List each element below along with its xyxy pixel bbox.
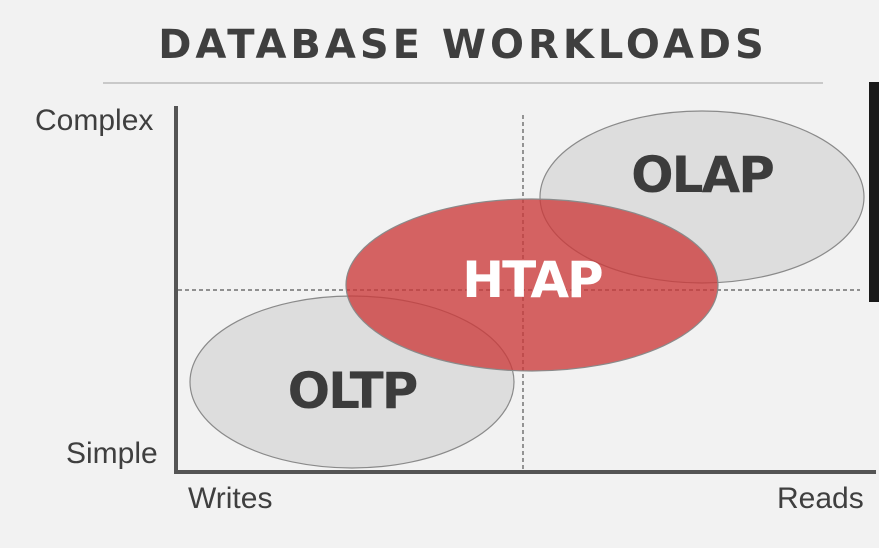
olap-label: OLAP	[631, 146, 773, 204]
htap-label: HTAP	[462, 251, 602, 309]
x-axis-right-label: Reads	[777, 482, 864, 515]
x-axis-left-label: Writes	[188, 482, 273, 515]
y-axis-top-label: Complex	[35, 104, 154, 137]
oltp-label: OLTP	[288, 362, 417, 420]
y-axis-bottom-label: Simple	[66, 437, 158, 470]
